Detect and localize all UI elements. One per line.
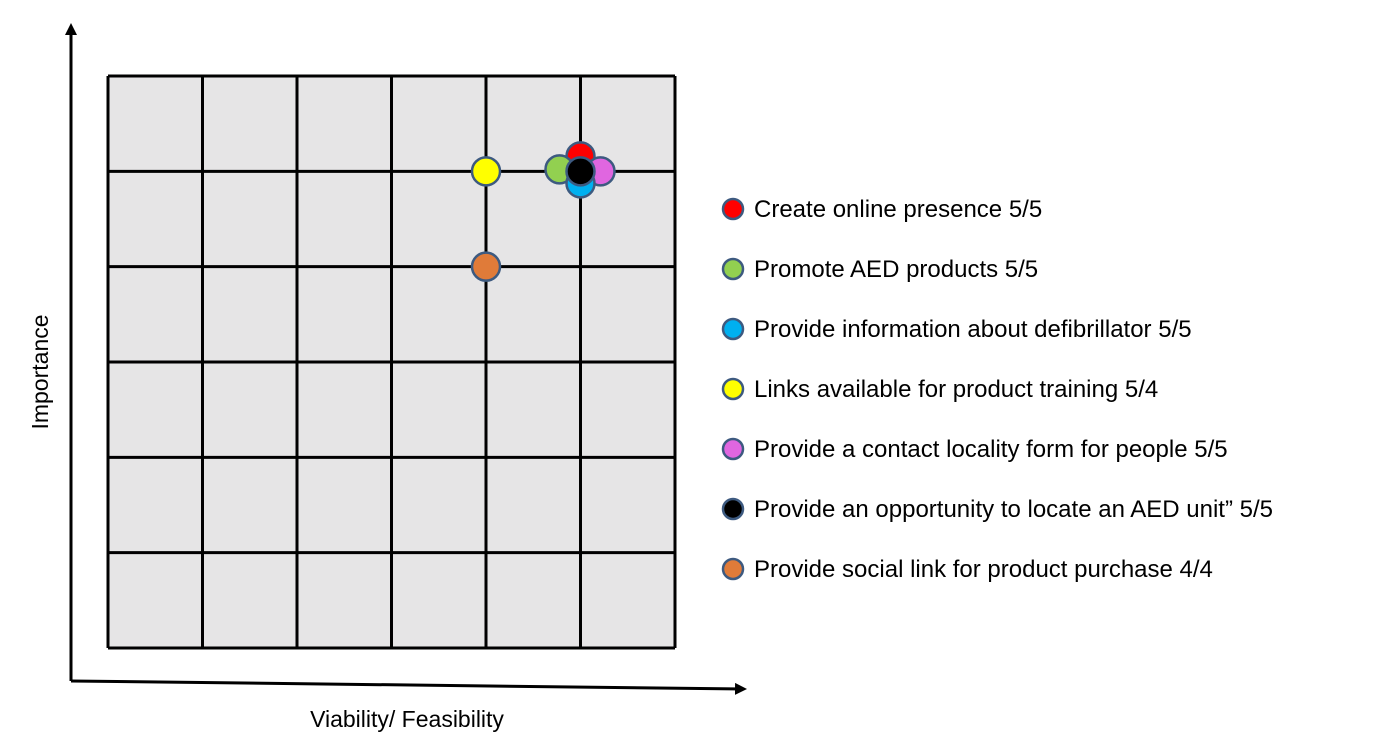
legend-label-1: Create online presence 5/5 xyxy=(754,196,1042,223)
data-point-7 xyxy=(470,251,502,282)
legend-label-2: Promote AED products 5/5 xyxy=(754,256,1038,283)
matrix-chart: Importance Viability/ Feasibility Create… xyxy=(27,23,1273,732)
legend-label-6: Provide an opportunity to locate an AED … xyxy=(754,496,1273,523)
legend-marker-5 xyxy=(721,437,745,461)
legend-label-3: Provide information about defibrillator … xyxy=(754,316,1192,343)
x-axis-label: Viability/ Feasibility xyxy=(310,706,504,732)
legend-marker-3 xyxy=(721,317,745,341)
legend-marker-1 xyxy=(721,197,745,221)
legend-label-5: Provide a contact locality form for peop… xyxy=(754,436,1228,463)
data-point-4 xyxy=(470,156,502,187)
legend: Create online presence 5/5 Promote AED pr… xyxy=(721,196,1273,583)
x-axis xyxy=(70,679,747,695)
legend-label-7: Provide social link for product purchase… xyxy=(754,556,1213,583)
legend-label-4: Links available for product training 5/4 xyxy=(754,376,1158,403)
legend-marker-2 xyxy=(721,257,745,281)
data-point-6 xyxy=(565,156,596,187)
legend-marker-4 xyxy=(721,377,745,401)
y-axis-label: Importance xyxy=(27,314,53,429)
legend-marker-7 xyxy=(721,557,745,581)
legend-marker-6 xyxy=(721,497,745,521)
